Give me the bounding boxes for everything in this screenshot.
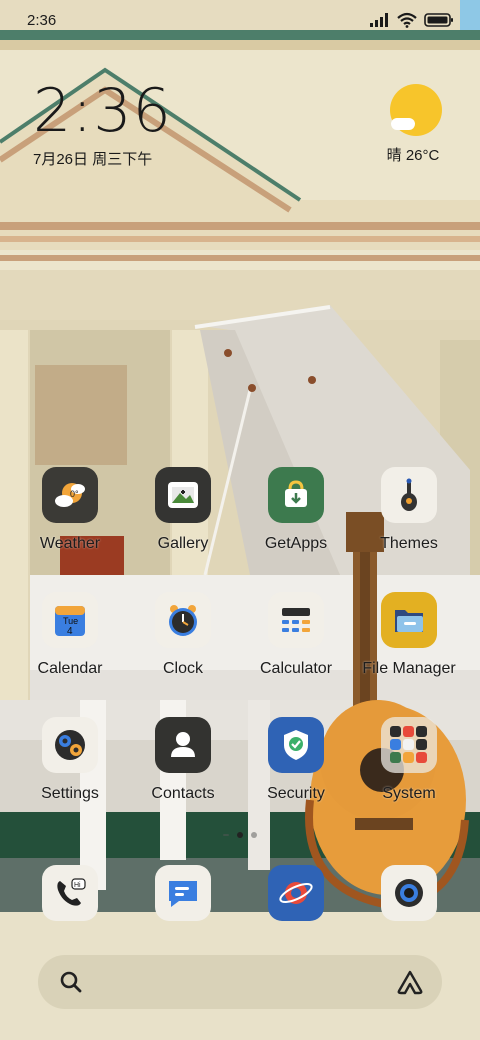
weather-widget[interactable]: 晴 26°C	[386, 84, 446, 165]
sunny-cloud-icon	[390, 84, 442, 136]
app-weather[interactable]: 0° Weather	[20, 467, 120, 553]
app-gallery[interactable]: Gallery	[133, 467, 233, 553]
dock-browser[interactable]	[268, 865, 324, 921]
phone-icon: Hi	[57, 878, 86, 906]
app-label-system: System	[382, 785, 436, 802]
app-label-calculator: Calculator	[259, 660, 333, 677]
signal-icon	[370, 13, 388, 27]
search-bar[interactable]	[38, 955, 442, 1009]
phone-icon-text: Hi	[74, 882, 81, 889]
app-calendar[interactable]: Tue 4 Calendar	[20, 592, 120, 678]
status-icons	[370, 12, 454, 28]
weather-icon: 0°	[42, 467, 98, 523]
clock-widget-time: 2:36	[33, 76, 172, 146]
settings-icon	[42, 717, 98, 773]
app-label-calendar: Calendar	[37, 660, 103, 677]
calendar-icon-day: Tue	[63, 616, 78, 626]
app-security[interactable]: Security	[246, 717, 346, 803]
status-time: 2:36	[27, 12, 57, 29]
page-dot-2[interactable]	[237, 832, 243, 838]
system-folder-icon	[381, 717, 437, 773]
app-label-themes: Themes	[380, 535, 438, 552]
getapps-icon	[268, 467, 324, 523]
app-label-file-manager: File Manager	[362, 660, 456, 677]
status-bar: 2:36	[0, 0, 480, 40]
clock-widget-date: 7月26日 周三下午	[33, 151, 153, 168]
clock-widget[interactable]: 2:36 7月26日 周三下午	[33, 80, 172, 169]
dock-phone[interactable]: Hi	[42, 865, 98, 921]
messages-icon	[169, 881, 197, 907]
app-label-clock: Clock	[162, 660, 203, 677]
dock-messages[interactable]	[155, 865, 211, 921]
contacts-icon	[155, 717, 211, 773]
battery-icon	[424, 13, 453, 27]
assistant-icon[interactable]	[396, 969, 424, 995]
folder-icon	[381, 592, 437, 648]
page-dot-1[interactable]	[223, 834, 229, 836]
app-label-security: Security	[267, 785, 325, 802]
calendar-icon-date: 4	[67, 626, 73, 637]
page-dot-3[interactable]	[251, 832, 257, 838]
gallery-icon	[155, 467, 211, 523]
app-label-settings: Settings	[41, 785, 99, 802]
wifi-icon	[397, 12, 417, 28]
browser-icon	[279, 882, 313, 904]
themes-icon	[381, 467, 437, 523]
search-icon	[60, 971, 82, 993]
app-system-folder[interactable]: System	[359, 717, 459, 803]
weather-condition-temp: 晴 26°C	[386, 147, 440, 164]
calculator-icon	[268, 592, 324, 648]
app-label-contacts: Contacts	[151, 785, 215, 802]
page-indicator[interactable]	[0, 832, 480, 838]
app-clock[interactable]: Clock	[133, 592, 233, 678]
app-themes[interactable]: Themes	[359, 467, 459, 553]
app-contacts[interactable]: Contacts	[133, 717, 233, 803]
app-settings[interactable]: Settings	[20, 717, 120, 803]
weather-icon-text: 0°	[70, 489, 79, 499]
camera-icon	[395, 879, 423, 907]
app-label-weather: Weather	[39, 535, 101, 552]
app-calculator[interactable]: Calculator	[246, 592, 346, 678]
dock-camera[interactable]	[381, 865, 437, 921]
security-icon	[268, 717, 324, 773]
calendar-icon: Tue 4	[42, 592, 98, 648]
app-getapps[interactable]: GetApps	[246, 467, 346, 553]
clock-icon	[155, 592, 211, 648]
app-file-manager[interactable]: File Manager	[359, 592, 459, 678]
app-label-getapps: GetApps	[264, 535, 328, 552]
app-label-gallery: Gallery	[157, 535, 209, 552]
